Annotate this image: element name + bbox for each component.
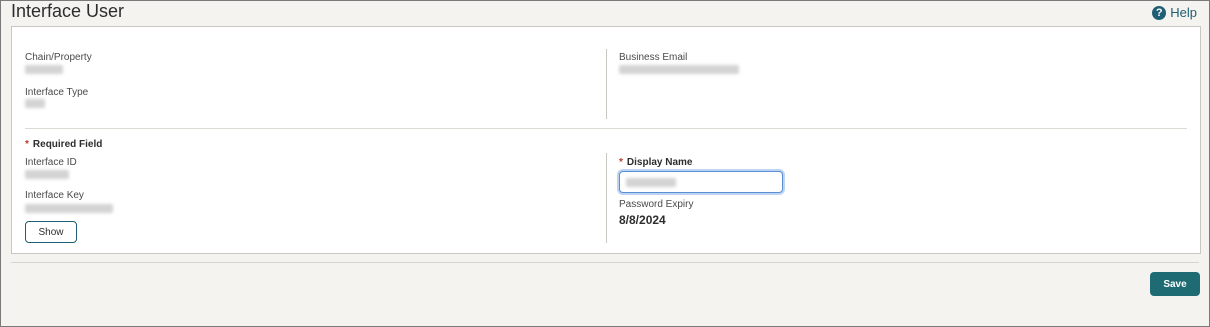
password-expiry-label: Password Expiry <box>619 199 694 210</box>
display-name-label-wrap: * Display Name <box>619 157 693 168</box>
save-button[interactable]: Save <box>1150 272 1200 296</box>
interface-key-value-redacted <box>25 204 113 213</box>
interface-user-panel: Chain/Property Interface Type Business E… <box>11 26 1201 254</box>
info-column-divider <box>606 49 607 119</box>
form-column-divider <box>606 153 607 243</box>
display-name-value-redacted <box>626 178 676 187</box>
footer-divider <box>11 262 1199 263</box>
display-name-required-icon: * <box>619 157 623 168</box>
show-key-button[interactable]: Show <box>25 221 77 243</box>
display-name-input[interactable] <box>619 171 783 193</box>
interface-type-label: Interface Type <box>25 87 89 98</box>
interface-id-value-redacted <box>25 170 69 179</box>
chain-property-value-redacted <box>25 65 63 74</box>
interface-id-label: Interface ID <box>25 157 77 168</box>
interface-key-label: Interface Key <box>25 190 84 201</box>
display-name-label: Display Name <box>626 157 693 168</box>
help-label: Help <box>1170 5 1197 20</box>
page-title: Interface User <box>11 1 125 21</box>
password-expiry-value: 8/8/2024 <box>619 213 666 227</box>
required-star-icon: * <box>25 139 29 150</box>
business-email-label: Business Email <box>619 52 688 63</box>
chain-property-label: Chain/Property <box>25 52 92 63</box>
interface-type-value-redacted <box>25 99 45 108</box>
business-email-value-redacted <box>619 65 739 74</box>
section-divider <box>25 128 1187 129</box>
page-frame: Interface User ? Help Chain/Property Int… <box>0 0 1210 327</box>
help-icon: ? <box>1152 5 1167 20</box>
required-field-note: * Required Field <box>25 139 102 150</box>
help-link[interactable]: ? Help <box>1152 5 1197 20</box>
required-field-label: Required Field <box>32 139 103 150</box>
